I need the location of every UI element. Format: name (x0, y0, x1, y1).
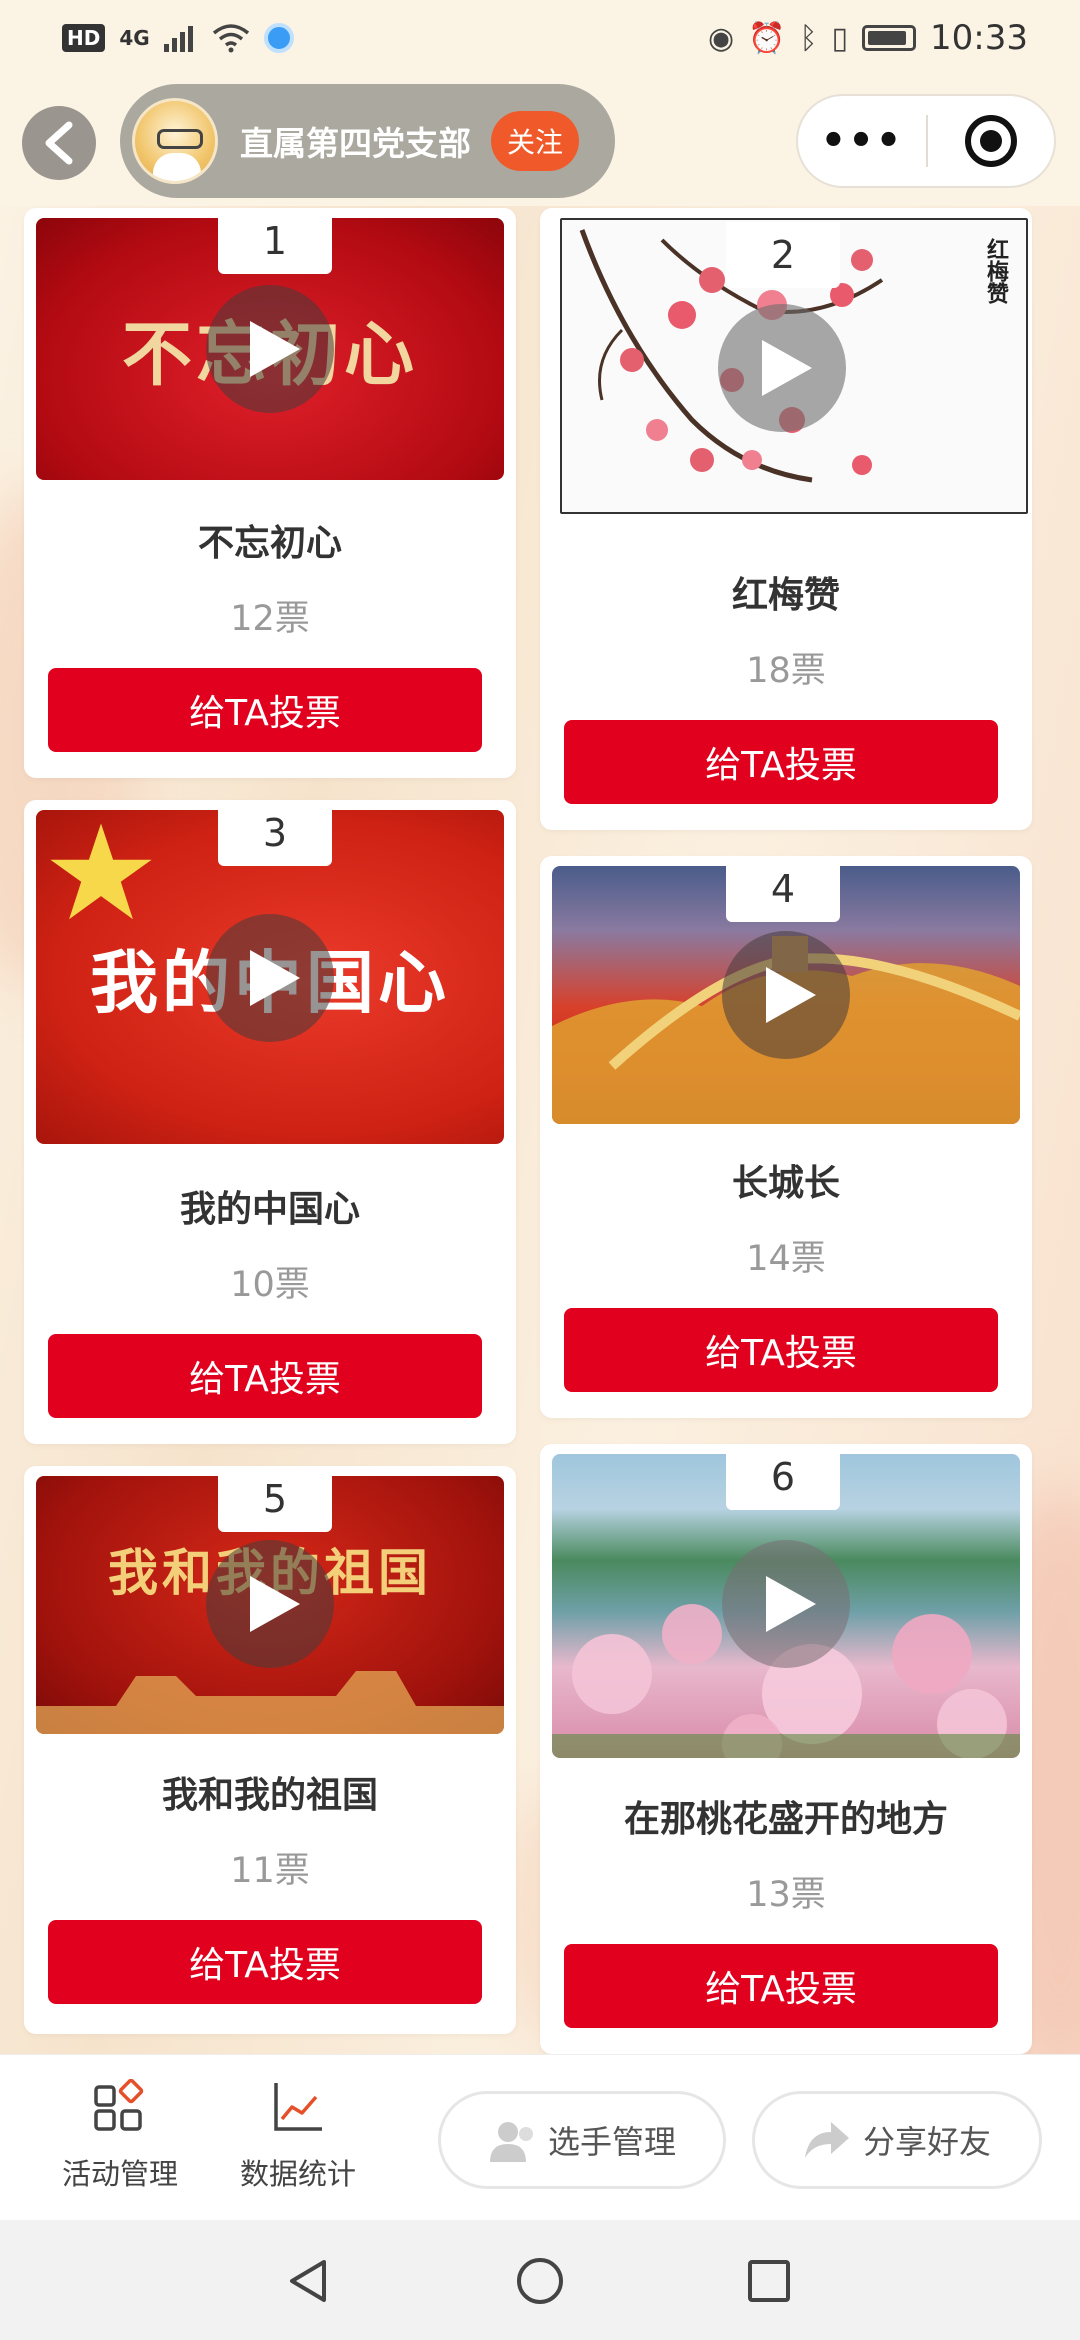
grid-icon (94, 2078, 144, 2131)
contestant-title: 长城长 (731, 1163, 840, 1204)
account-pill[interactable]: 直属第四党支部 关注 (120, 84, 615, 198)
contestant-number: 1 (218, 208, 332, 274)
tab-activity-management[interactable]: 活动管理 (30, 2078, 210, 2193)
chevron-left-icon (45, 121, 73, 165)
contestant-title: 红梅赞 (731, 575, 840, 616)
play-icon (250, 321, 300, 377)
play-button[interactable] (206, 1540, 334, 1668)
vote-count: 10票 (230, 1265, 310, 1305)
app-notification-icon (263, 23, 294, 53)
tab-label: 活动管理 (61, 2157, 178, 2191)
contestant-card: 4 长城长 14票 给TA投票 (540, 856, 1032, 1418)
contestant-number: 5 (218, 1466, 332, 1532)
network-type: 4G (119, 26, 150, 50)
bluetooth-icon: ᛒ (799, 20, 818, 56)
contestant-title: 不忘初心 (197, 523, 342, 564)
contestant-card: 我和我的祖国 5 我和我的祖国 11票 给TA投票 (24, 1466, 516, 2034)
account-name: 直属第四党支部 (240, 124, 471, 163)
wifi-icon (212, 24, 249, 53)
contestant-number: 6 (726, 1444, 840, 1510)
vote-count: 12票 (230, 599, 310, 639)
contestant-number: 2 (726, 222, 840, 288)
battery-icon (862, 25, 917, 51)
play-button[interactable] (206, 285, 334, 413)
line-chart-icon (274, 2083, 322, 2131)
play-button[interactable] (206, 914, 334, 1042)
vote-count: 13票 (746, 1875, 826, 1915)
play-button[interactable] (722, 931, 850, 1059)
play-button[interactable] (722, 1540, 850, 1668)
tab-data-statistics[interactable]: 数据统计 (208, 2079, 388, 2193)
contestant-title: 我和我的祖国 (161, 1775, 378, 1816)
more-dots-icon[interactable]: ••• (798, 118, 926, 164)
contestant-card: 6 在那桃花盛开的地方 13票 给TA投票 (540, 1444, 1032, 2054)
vote-count: 14票 (746, 1239, 826, 1279)
status-bar: HD 4G ◉ ⏰ ᛒ ▯ 10:33 (0, 0, 1080, 76)
contestant-management-button[interactable]: 选手管理 (438, 2091, 726, 2189)
vote-button[interactable]: 给TA投票 (48, 668, 482, 752)
contestant-card: 红梅赞 2 红梅赞 18票 给TA投票 (540, 208, 1032, 830)
vote-count: 18票 (746, 651, 826, 691)
share-button[interactable]: 分享好友 (752, 2091, 1042, 2189)
play-icon (766, 1576, 816, 1632)
thumbnail-caption: 红梅赞 (983, 238, 1009, 304)
hd-badge: HD (62, 24, 106, 52)
back-triangle-icon[interactable] (284, 2256, 334, 2306)
play-icon (766, 967, 816, 1023)
vote-button[interactable]: 给TA投票 (48, 1920, 482, 2004)
signal-icon (163, 26, 193, 52)
vote-button[interactable]: 给TA投票 (564, 1944, 998, 2028)
follow-button[interactable]: 关注 (491, 111, 580, 171)
contestant-title: 我的中国心 (179, 1189, 360, 1230)
share-arrow-icon (804, 2122, 849, 2158)
back-button[interactable] (22, 106, 96, 180)
contestant-title: 在那桃花盛开的地方 (623, 1799, 948, 1840)
contestant-number: 4 (726, 856, 840, 922)
contestant-card: 我的中国心 3 我的中国心 10票 给TA投票 (24, 800, 516, 1444)
vote-button[interactable]: 给TA投票 (48, 1334, 482, 1418)
vibrate-icon: ▯ (831, 20, 849, 56)
play-icon (250, 1576, 300, 1632)
play-icon (250, 950, 300, 1006)
mini-program-header: 直属第四党支部 关注 ••• (0, 76, 1080, 206)
eye-icon: ◉ (707, 20, 735, 56)
system-navigation-bar (0, 2220, 1080, 2340)
target-circle-icon (965, 115, 1017, 167)
flag-star-icon (50, 823, 152, 920)
vote-button[interactable]: 给TA投票 (564, 1308, 998, 1392)
play-icon (762, 340, 812, 396)
vote-button[interactable]: 给TA投票 (564, 720, 998, 804)
clock: 10:33 (930, 18, 1028, 58)
tab-label: 数据统计 (239, 2157, 356, 2191)
play-button[interactable] (718, 304, 846, 432)
button-label: 分享好友 (862, 2123, 991, 2161)
recents-square-icon[interactable] (744, 2256, 794, 2306)
close-button[interactable] (928, 115, 1054, 167)
button-label: 选手管理 (547, 2123, 676, 2161)
mini-program-capsule: ••• (796, 94, 1056, 188)
avatar[interactable] (132, 98, 218, 184)
alarm-icon: ⏰ (748, 20, 786, 56)
contestant-number: 3 (218, 800, 332, 866)
contestant-card: 不忘初心 1 不忘初心 12票 给TA投票 (24, 208, 516, 778)
user-icon (489, 2122, 533, 2162)
bottom-action-bar: 活动管理 数据统计 选手管理 分享好友 (0, 2054, 1080, 2220)
home-circle-icon[interactable] (515, 2256, 565, 2306)
vote-count: 11票 (230, 1851, 310, 1891)
